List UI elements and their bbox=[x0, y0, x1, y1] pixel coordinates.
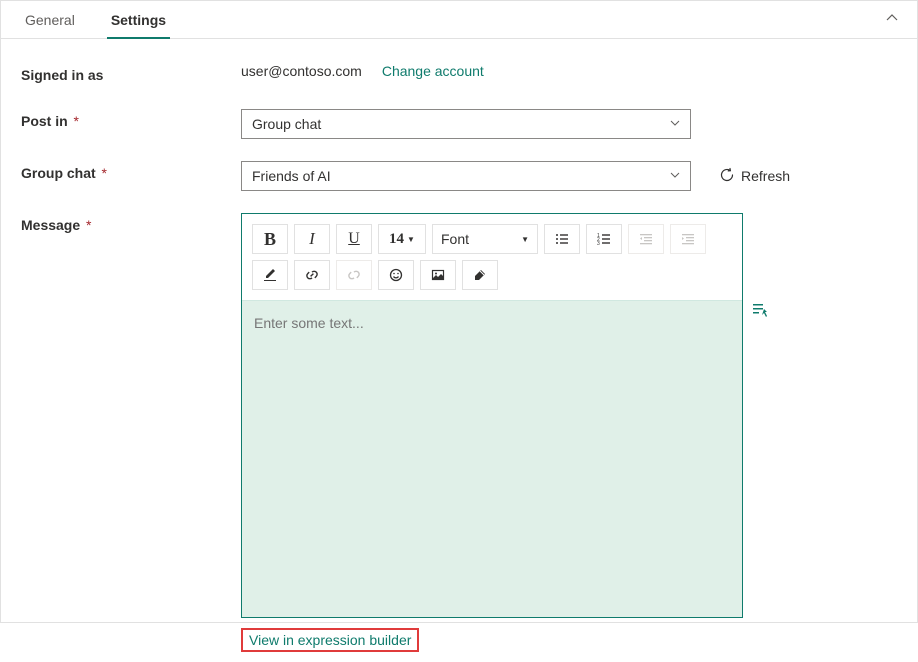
color-picker-button[interactable] bbox=[252, 260, 288, 290]
refresh-label: Refresh bbox=[741, 168, 790, 184]
numbered-list-button[interactable]: 123 bbox=[586, 224, 622, 254]
label-post-in: Post in * bbox=[21, 109, 241, 129]
group-chat-value: Friends of AI bbox=[252, 168, 331, 184]
indent-button[interactable] bbox=[670, 224, 706, 254]
form-body: Signed in as user@contoso.com Change acc… bbox=[1, 39, 917, 662]
row-post-in: Post in * Group chat bbox=[21, 109, 897, 139]
font-family-value: Font bbox=[441, 231, 469, 247]
font-size-select[interactable]: 14▼ bbox=[378, 224, 426, 254]
signed-email: user@contoso.com bbox=[241, 63, 362, 79]
row-message: Message * B I U 14▼ Font▼ bbox=[21, 213, 897, 652]
svg-text:3: 3 bbox=[597, 241, 600, 247]
bullet-list-button[interactable] bbox=[544, 224, 580, 254]
refresh-button[interactable]: Refresh bbox=[719, 167, 790, 186]
label-group-chat: Group chat * bbox=[21, 161, 241, 181]
label-signed-in: Signed in as bbox=[21, 63, 241, 83]
expression-builder-link[interactable]: View in expression builder bbox=[241, 628, 419, 652]
underline-button[interactable]: U bbox=[336, 224, 372, 254]
collapse-caret-icon[interactable] bbox=[885, 11, 899, 28]
message-textarea[interactable]: Enter some text... bbox=[242, 301, 742, 617]
editor-toolbar: B I U 14▼ Font▼ 123 bbox=[242, 214, 742, 301]
signed-in-value: user@contoso.com Change account bbox=[241, 63, 897, 79]
chevron-down-icon bbox=[670, 170, 680, 183]
group-chat-select[interactable]: Friends of AI bbox=[241, 161, 691, 191]
rich-text-editor: B I U 14▼ Font▼ 123 bbox=[241, 213, 743, 618]
row-group-chat: Group chat * Friends of AI Refresh bbox=[21, 161, 897, 191]
post-in-select[interactable]: Group chat bbox=[241, 109, 691, 139]
bold-button[interactable]: B bbox=[252, 224, 288, 254]
italic-button[interactable]: I bbox=[294, 224, 330, 254]
font-family-select[interactable]: Font▼ bbox=[432, 224, 538, 254]
image-button[interactable] bbox=[420, 260, 456, 290]
tab-bar: General Settings bbox=[1, 1, 917, 39]
emoji-button[interactable] bbox=[378, 260, 414, 290]
dynamic-content-button[interactable] bbox=[751, 301, 769, 322]
tab-settings[interactable]: Settings bbox=[107, 1, 170, 39]
change-account-link[interactable]: Change account bbox=[382, 63, 484, 79]
eraser-button[interactable] bbox=[462, 260, 498, 290]
refresh-icon bbox=[719, 167, 735, 186]
post-in-value: Group chat bbox=[252, 116, 321, 132]
chevron-down-icon bbox=[670, 118, 680, 131]
outdent-button[interactable] bbox=[628, 224, 664, 254]
row-signed-in: Signed in as user@contoso.com Change acc… bbox=[21, 63, 897, 83]
tab-general[interactable]: General bbox=[21, 1, 79, 39]
link-button[interactable] bbox=[294, 260, 330, 290]
font-size-value: 14 bbox=[389, 231, 404, 248]
label-message: Message * bbox=[21, 213, 241, 233]
unlink-button[interactable] bbox=[336, 260, 372, 290]
